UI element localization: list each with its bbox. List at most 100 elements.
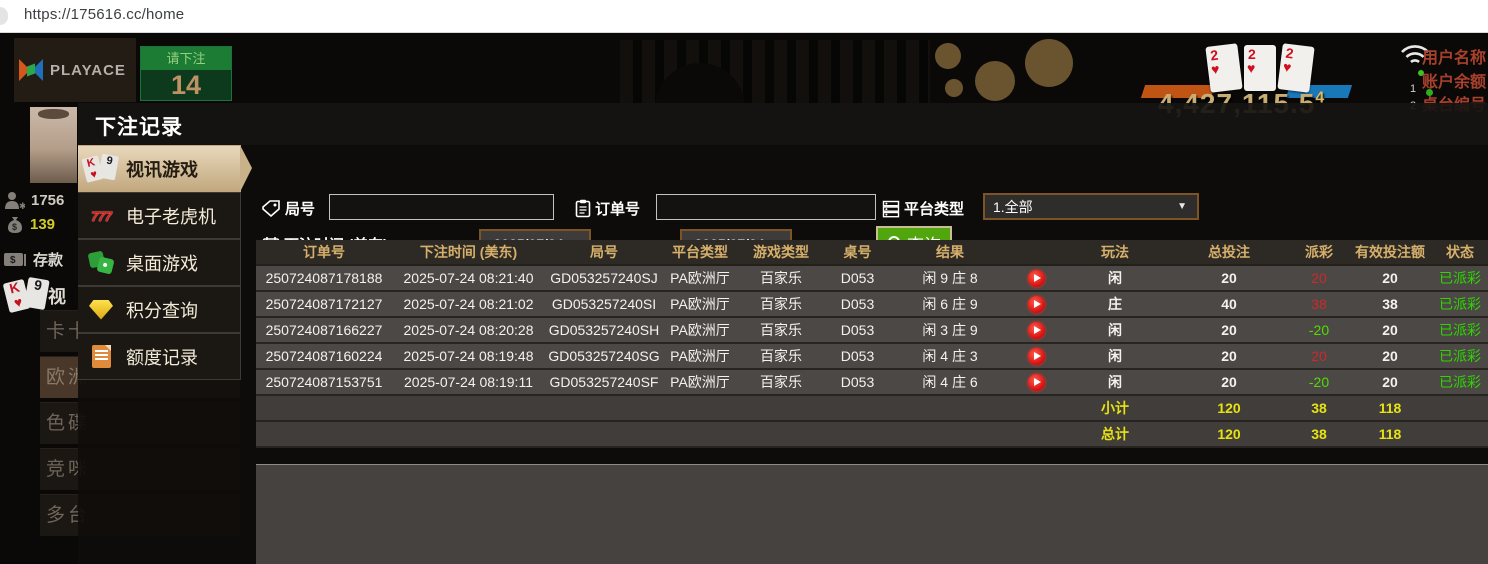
total-bet-cell: 20	[1168, 318, 1290, 344]
order-number-input[interactable]	[656, 194, 876, 220]
bet-countdown-box: 请下注 14	[140, 46, 232, 101]
valid-bet-cell: 20	[1348, 344, 1432, 370]
round-cell: GD053257240SG	[545, 344, 663, 370]
platform-cell: PA欧洲厅	[663, 318, 737, 344]
browser-control-fragment	[0, 7, 8, 25]
user-icon: ✱	[3, 190, 25, 210]
deposit-icon: $	[3, 251, 27, 269]
round-number-input[interactable]	[329, 194, 554, 220]
empty-cell	[256, 396, 1062, 422]
bet-records-table: 订单号下注时间 (美东)局号平台类型游戏类型桌号结果玩法总投注派彩有效投注额状态…	[256, 240, 1488, 448]
svg-text:✱: ✱	[19, 201, 25, 210]
logo-panel: PLAYACE	[14, 38, 136, 102]
status-cell: 已派彩	[1432, 318, 1488, 344]
sidebar-item-table-games[interactable]: 桌面游戏	[78, 239, 241, 286]
play-video-button[interactable]	[1028, 374, 1045, 391]
round-cell: GD053257240SF	[545, 370, 663, 396]
decor-blob	[1025, 39, 1073, 87]
payout-cell: -20	[1290, 318, 1348, 344]
play-type-cell: 闲	[1062, 344, 1168, 370]
order-cell: 250724087178188	[256, 266, 392, 292]
svg-text:$: $	[12, 222, 17, 232]
empty-cell	[256, 422, 1062, 448]
table-row: 2507240871721272025-07-24 08:21:02GD0532…	[256, 292, 1488, 318]
table-no-cell: D053	[825, 344, 890, 370]
total-bet-cell: 20	[1168, 344, 1290, 370]
countdown-value: 14	[141, 70, 231, 102]
playace-logo-icon	[19, 57, 43, 83]
table-row: 2507240871781882025-07-24 08:21:40GD0532…	[256, 266, 1488, 292]
platform-type-label: 平台类型	[882, 198, 964, 219]
avatar	[30, 107, 77, 183]
decor-blob	[975, 61, 1015, 101]
valid-bet-cell: 20	[1348, 370, 1432, 396]
round-cell: GD053257240SJ	[545, 266, 663, 292]
deposit-label: 存款	[33, 249, 63, 270]
round-cell: GD053257240SI	[545, 292, 663, 318]
play-video-button[interactable]	[1028, 348, 1045, 365]
column-header	[1010, 240, 1062, 266]
table-row: 2507240871602242025-07-24 08:19:48GD0532…	[256, 344, 1488, 370]
dice-icon	[84, 251, 118, 275]
url-text[interactable]: https://175616.cc/home	[24, 6, 184, 23]
play-video-button[interactable]	[1028, 270, 1045, 287]
sidebar-item-slots[interactable]: 777 电子老虎机	[78, 192, 241, 239]
slot-777-icon: 777	[84, 208, 118, 224]
column-header: 局号	[545, 240, 663, 266]
sidebar-item-video-games[interactable]: K♥9 视讯游戏	[78, 145, 241, 192]
browser-address-bar[interactable]: https://175616.cc/home	[0, 0, 1488, 33]
column-header: 结果	[890, 240, 1010, 266]
play-video-button[interactable]	[1028, 296, 1045, 313]
order-cell: 250724087166227	[256, 318, 392, 344]
sidebar-item-credit-records[interactable]: 额度记录	[78, 333, 241, 380]
column-header: 有效投注额	[1348, 240, 1432, 266]
column-header: 下注时间 (美东)	[392, 240, 545, 266]
play-type-cell: 闲	[1062, 266, 1168, 292]
total-bet-cell: 40	[1168, 292, 1290, 318]
table-header-row: 订单号下注时间 (美东)局号平台类型游戏类型桌号结果玩法总投注派彩有效投注额状态	[256, 240, 1488, 266]
bet-prompt-label: 请下注	[141, 47, 231, 70]
total-bet-cell: 20	[1168, 266, 1290, 292]
game-background: PLAYACE 请下注 14 2♥ 2♥ 2♥ 4,427,115.54 1 2…	[0, 33, 1488, 564]
modal-title: 下注记录	[95, 111, 183, 141]
video-games-shortcut[interactable]: K♥9 视	[6, 280, 66, 312]
replay-cell	[1010, 318, 1062, 344]
modal-titlebar	[78, 103, 1488, 145]
payout-cell: -20	[1290, 370, 1348, 396]
total-row-label: 总计	[1062, 422, 1168, 448]
order-cell: 250724087160224	[256, 344, 392, 370]
time-cell: 2025-07-24 08:20:28	[392, 318, 545, 344]
sidebar-item-points-query[interactable]: 积分查询	[78, 286, 241, 333]
user-id-value: 1756	[31, 192, 64, 209]
logo-text: PLAYACE	[50, 62, 126, 79]
table-row: 2507240871537512025-07-24 08:19:11GD0532…	[256, 370, 1488, 396]
order-cell: 250724087172127	[256, 292, 392, 318]
platform-type-select[interactable]: 1.全部 ▼	[983, 193, 1199, 220]
table-no-cell: D053	[825, 318, 890, 344]
payout-sum: 38	[1290, 396, 1348, 422]
play-type-cell: 闲	[1062, 370, 1168, 396]
total-bet-cell: 20	[1168, 370, 1290, 396]
time-cell: 2025-07-24 08:19:48	[392, 344, 545, 370]
valid-bet-cell: 20	[1348, 266, 1432, 292]
playing-card: 2♥	[1244, 45, 1276, 91]
result-cell: 闲 4 庄 6	[890, 370, 1010, 396]
table-row: 2507240871662272025-07-24 08:20:28GD0532…	[256, 318, 1488, 344]
document-icon	[84, 345, 118, 368]
playing-card: 2♥	[1277, 43, 1314, 93]
column-header: 派彩	[1290, 240, 1348, 266]
user-id-row: ✱ 1756	[3, 190, 64, 210]
platform-cell: PA欧洲厅	[663, 292, 737, 318]
valid-bet-sum: 118	[1348, 396, 1432, 422]
play-video-button[interactable]	[1028, 322, 1045, 339]
balance-value: 139	[30, 216, 55, 233]
decor-blob	[945, 79, 963, 97]
column-header: 总投注	[1168, 240, 1290, 266]
game-cell: 百家乐	[737, 318, 825, 344]
valid-bet-cell: 20	[1348, 318, 1432, 344]
platform-cell: PA欧洲厅	[663, 344, 737, 370]
column-header: 桌号	[825, 240, 890, 266]
time-cell: 2025-07-24 08:21:40	[392, 266, 545, 292]
platform-cell: PA欧洲厅	[663, 370, 737, 396]
deposit-button[interactable]: $ 存款	[3, 249, 63, 270]
